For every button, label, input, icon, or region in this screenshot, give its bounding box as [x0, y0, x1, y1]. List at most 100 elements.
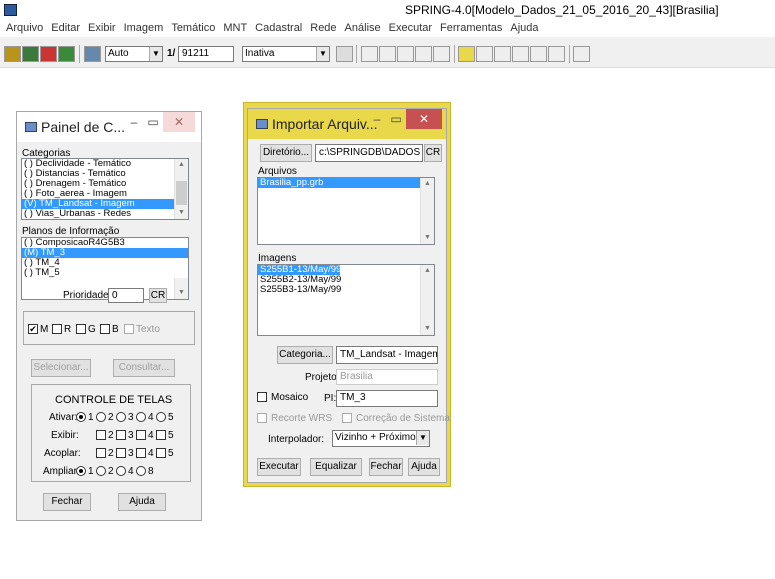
ampliar-radio-8[interactable]: [136, 466, 146, 476]
categoria-button[interactable]: Categoria...: [277, 346, 333, 364]
menu-tematico[interactable]: Temático: [167, 20, 219, 37]
help-icon[interactable]: [573, 46, 590, 62]
menu-ajuda[interactable]: Ajuda: [506, 20, 542, 37]
list-item[interactable]: Brasilia_pp.grb: [258, 178, 420, 188]
close-icon[interactable]: ✕: [406, 109, 442, 129]
database-icon[interactable]: [4, 46, 21, 62]
pan-icon[interactable]: [397, 46, 414, 62]
cr-button[interactable]: CR: [424, 144, 442, 162]
acoplar-check-5[interactable]: [156, 448, 166, 458]
ampliar-radio-4[interactable]: [116, 466, 126, 476]
menu-mnt[interactable]: MNT: [219, 20, 251, 37]
project-icon[interactable]: [22, 46, 39, 62]
list-item[interactable]: ( ) Vias_Urbanas - Redes: [22, 209, 188, 219]
menu-exibir[interactable]: Exibir: [84, 20, 120, 37]
chevron-up-icon[interactable]: ▲: [421, 265, 434, 277]
scale-input[interactable]: 91211: [178, 46, 234, 62]
list-item[interactable]: S255B3-13/May/99: [258, 285, 434, 295]
diretorio-button[interactable]: Diretório...: [260, 144, 312, 162]
pencil-icon[interactable]: [458, 46, 475, 62]
cursor-mode-select[interactable]: Inativa ▼: [242, 46, 330, 62]
scrollbar[interactable]: ▲ ▼: [174, 159, 188, 219]
ajuda-button[interactable]: Ajuda: [408, 458, 440, 476]
executar-button[interactable]: Executar: [257, 458, 301, 476]
plus-icon[interactable]: [379, 46, 396, 62]
back-icon[interactable]: [548, 46, 565, 62]
menu-arquivo[interactable]: Arquivo: [2, 20, 47, 37]
edit-icon[interactable]: [58, 46, 75, 62]
menu-analise[interactable]: Análise: [341, 20, 385, 37]
ampliar-radio-1[interactable]: [76, 466, 86, 476]
menu-cadastral[interactable]: Cadastral: [251, 20, 306, 37]
chevron-down-icon[interactable]: ▼: [421, 232, 434, 244]
measure-icon[interactable]: [476, 46, 493, 62]
info-icon[interactable]: [415, 46, 432, 62]
chevron-up-icon[interactable]: ▲: [421, 178, 434, 190]
equalizar-button[interactable]: Equalizar: [310, 458, 362, 476]
exibir-check-4[interactable]: [136, 430, 146, 440]
ativar-radio-4[interactable]: [136, 412, 146, 422]
imagens-list[interactable]: S255B1-13/May/99 S255B2-13/May/99 S255B3…: [257, 264, 435, 336]
correcao-sistema-checkbox[interactable]: [342, 413, 352, 423]
interpolador-select[interactable]: Vizinho + Próximo ▼: [332, 430, 430, 447]
menu-executar[interactable]: Executar: [385, 20, 436, 37]
chevron-up-icon[interactable]: ▲: [175, 159, 188, 171]
diretorio-input[interactable]: c:\SPRINGDB\DADOS: [315, 144, 423, 162]
ampliar-radio-2[interactable]: [96, 466, 106, 476]
scrollbar[interactable]: ▲ ▼: [420, 265, 434, 335]
maximize-icon[interactable]: ▭: [144, 112, 162, 132]
cr-button[interactable]: CR: [149, 288, 167, 303]
ativar-radio-5[interactable]: [156, 412, 166, 422]
chevron-down-icon[interactable]: ▼: [175, 207, 188, 219]
planos-list[interactable]: ( ) ComposicaoR4G5B3 (M) TM_3 ( ) TM_4 (…: [21, 237, 189, 279]
acoplar-check-2[interactable]: [96, 448, 106, 458]
draw-icon[interactable]: [512, 46, 529, 62]
exibir-check-2[interactable]: [96, 430, 106, 440]
chevron-down-icon[interactable]: ▼: [175, 287, 188, 299]
layers-icon[interactable]: [40, 46, 57, 62]
close-icon[interactable]: ✕: [163, 112, 195, 132]
zoom-mode-select[interactable]: Auto ▼: [105, 46, 163, 62]
chevron-down-icon[interactable]: ▼: [421, 323, 434, 335]
arquivos-list[interactable]: Brasilia_pp.grb ▲ ▼: [257, 177, 435, 245]
scroll-thumb[interactable]: [176, 181, 187, 205]
checkbox-m[interactable]: ✔: [28, 324, 38, 334]
list-item[interactable]: ( ) TM_5: [22, 268, 188, 278]
zoom-icon[interactable]: [433, 46, 450, 62]
menu-imagem[interactable]: Imagem: [120, 20, 168, 37]
scrollbar[interactable]: ▲ ▼: [174, 278, 188, 299]
minimize-icon[interactable]: ‒: [125, 112, 143, 132]
checkbox-texto[interactable]: [124, 324, 134, 334]
menu-rede[interactable]: Rede: [306, 20, 340, 37]
nav-icon[interactable]: [530, 46, 547, 62]
ativar-radio-1[interactable]: [76, 412, 86, 422]
acoplar-check-3[interactable]: [116, 448, 126, 458]
fechar-button[interactable]: Fechar: [369, 458, 403, 476]
categorias-list[interactable]: ( ) Declividade - Temático ( ) Distancia…: [21, 158, 189, 220]
screen-icon[interactable]: [84, 46, 101, 62]
menu-ferramentas[interactable]: Ferramentas: [436, 20, 506, 37]
minimize-icon[interactable]: ‒: [368, 109, 386, 129]
ativar-radio-2[interactable]: [96, 412, 106, 422]
menu-editar[interactable]: Editar: [47, 20, 84, 37]
measure-2-icon[interactable]: [494, 46, 511, 62]
checkbox-r[interactable]: [52, 324, 62, 334]
selecionar-button[interactable]: Selecionar...: [31, 359, 91, 377]
scrollbar[interactable]: ▲ ▼: [420, 178, 434, 244]
recorte-wrs-checkbox[interactable]: [257, 413, 267, 423]
acoplar-check-4[interactable]: [136, 448, 146, 458]
pi-input[interactable]: TM_3: [336, 390, 438, 407]
categoria-input[interactable]: TM_Landsat - Imagem: [336, 346, 438, 364]
ajuda-button[interactable]: Ajuda: [118, 493, 166, 511]
fechar-button[interactable]: Fechar: [43, 493, 91, 511]
prioridade-input[interactable]: 0: [108, 288, 144, 303]
exibir-check-3[interactable]: [116, 430, 126, 440]
exibir-check-5[interactable]: [156, 430, 166, 440]
ativar-radio-3[interactable]: [116, 412, 126, 422]
mosaico-checkbox[interactable]: [257, 392, 267, 402]
checkbox-b[interactable]: [100, 324, 110, 334]
underline-tool-icon[interactable]: [361, 46, 378, 62]
consultar-button[interactable]: Consultar...: [113, 359, 175, 377]
checkbox-g[interactable]: [76, 324, 86, 334]
grid-icon[interactable]: [336, 46, 353, 62]
